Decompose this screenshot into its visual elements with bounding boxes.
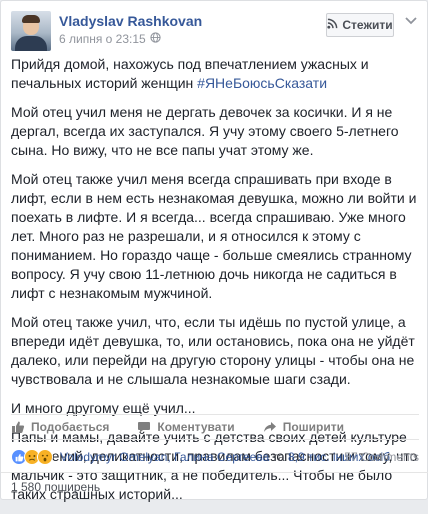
post-paragraph-2: Мой отец учил меня не дергать девочек за… <box>11 104 399 158</box>
reaction-icons[interactable] <box>11 449 53 465</box>
avatar-body <box>15 36 47 51</box>
post-paragraph-3: Мой отец также учил меня всегда спрашива… <box>11 171 417 301</box>
shares-count[interactable]: 1 580 поширень <box>11 480 100 494</box>
wow-reaction-icon <box>37 449 53 465</box>
post-header: Vladyslav Rashkovan 6 липня о 23:15 Стеж… <box>1 1 427 59</box>
post-actions-bar: Подобається Коментувати Поширити <box>11 414 419 440</box>
post-card: Vladyslav Rashkovan 6 липня о 23:15 Стеж… <box>0 0 428 502</box>
post-meta: 6 липня о 23:15 <box>59 32 161 46</box>
comment-label: Коментувати <box>157 420 235 434</box>
post-paragraph-4: Мой отец также учил, что, если ты идёшь … <box>11 314 415 387</box>
share-arrow-icon <box>263 420 277 434</box>
reaction-names[interactable]: Volodymyr Omelyan, Галина Сергеева та 8,… <box>60 450 390 464</box>
comments-count[interactable]: 57 Comments <box>344 450 419 464</box>
thumbs-up-icon <box>11 420 25 434</box>
post-timestamp[interactable]: 6 липня о 23:15 <box>59 32 146 46</box>
follow-button[interactable]: Стежити <box>326 13 394 37</box>
avatar-hair <box>22 15 40 23</box>
author-avatar[interactable] <box>11 11 51 51</box>
shares-bar: 1 580 поширень <box>1 472 428 501</box>
comment-button[interactable]: Коментувати <box>137 420 235 434</box>
hashtag-link[interactable]: #ЯНеБоюсьСказати <box>197 75 327 91</box>
author-name[interactable]: Vladyslav Rashkovan <box>59 13 202 29</box>
reaction-names-list: Volodymyr Omelyan, Галина Сергеева <box>60 450 270 464</box>
post-paragraph-1: Прийдя домой, нахожусь под впечатлением … <box>11 55 419 93</box>
chevron-down-icon[interactable] <box>405 16 417 29</box>
share-label: Поширити <box>282 420 344 434</box>
share-button[interactable]: Поширити <box>263 420 344 434</box>
like-label: Подобається <box>31 420 110 434</box>
like-button[interactable]: Подобається <box>11 420 109 434</box>
rss-icon <box>327 18 338 32</box>
follow-label: Стежити <box>342 18 393 32</box>
comment-bubble-icon <box>137 420 151 434</box>
globe-icon <box>150 32 161 46</box>
reactions-bar: Volodymyr Omelyan, Галина Сергеева та 8,… <box>11 446 419 468</box>
reaction-connector: та <box>269 450 288 464</box>
